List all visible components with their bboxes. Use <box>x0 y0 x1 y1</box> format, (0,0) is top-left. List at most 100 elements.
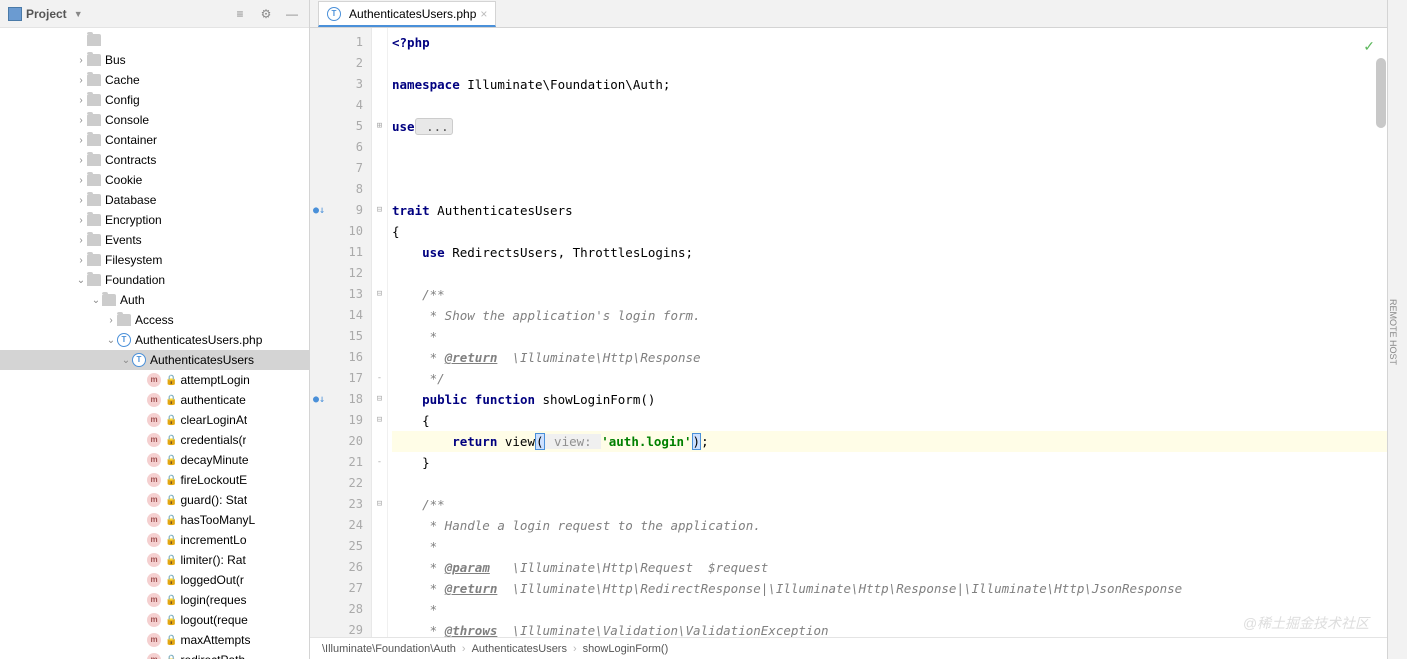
tree-row[interactable]: ›Console <box>0 110 309 130</box>
lock-icon: 🔒 <box>165 515 177 526</box>
lock-icon: 🔒 <box>165 375 177 386</box>
tree-row[interactable]: m🔒authenticate <box>0 390 309 410</box>
method-icon: m <box>147 653 161 659</box>
tree-row[interactable]: ›Bus <box>0 50 309 70</box>
tree-row[interactable]: ›Encryption <box>0 210 309 230</box>
method-icon: m <box>147 493 161 507</box>
folder-icon <box>117 314 131 326</box>
expand-arrow-icon[interactable]: › <box>75 55 87 66</box>
expand-arrow-icon[interactable]: › <box>75 255 87 266</box>
tree-label: AuthenticatesUsers.php <box>135 333 262 347</box>
method-icon: m <box>147 473 161 487</box>
tree-label: Container <box>105 133 157 147</box>
tree-label: decayMinute <box>180 453 248 467</box>
code-content[interactable]: <?php namespace Illuminate\Foundation\Au… <box>388 28 1387 637</box>
lock-icon: 🔒 <box>165 475 177 486</box>
expand-arrow-icon[interactable]: ⌄ <box>75 275 87 286</box>
editor-area[interactable]: ✓ ●↓ ●↓ ●↓ 12345678910111213141516171819… <box>310 28 1387 637</box>
tree-row[interactable]: ⌄Auth <box>0 290 309 310</box>
tree-row[interactable]: m🔒hasTooManyL <box>0 510 309 530</box>
folder-icon <box>87 34 101 46</box>
expand-arrow-icon[interactable]: ⌄ <box>90 295 102 306</box>
tree-label: Cookie <box>105 173 142 187</box>
lock-icon: 🔒 <box>165 555 177 566</box>
gear-icon[interactable]: ⚙ <box>257 5 275 23</box>
tree-row[interactable]: m🔒logout(reque <box>0 610 309 630</box>
crumb-class[interactable]: AuthenticatesUsers <box>472 643 567 655</box>
tree-row[interactable]: m🔒incrementLo <box>0 530 309 550</box>
tree-row[interactable]: ⌄TAuthenticatesUsers <box>0 350 309 370</box>
tree-label: attemptLogin <box>180 373 249 387</box>
expand-arrow-icon[interactable]: › <box>75 75 87 86</box>
close-icon[interactable]: × <box>480 7 487 21</box>
tree-row[interactable]: › Container <box>0 130 309 150</box>
expand-arrow-icon[interactable]: › <box>75 155 87 166</box>
expand-arrow-icon[interactable]: › <box>75 135 87 146</box>
expand-arrow-icon[interactable]: › <box>75 95 87 106</box>
expand-arrow-icon[interactable]: › <box>75 215 87 226</box>
breadcrumb[interactable]: \Illuminate\Foundation\Auth › Authentica… <box>310 637 1387 659</box>
tree-row[interactable] <box>0 30 309 50</box>
tree-label: loggedOut(r <box>180 573 243 587</box>
crumb-method[interactable]: showLoginForm() <box>583 643 669 655</box>
folder-icon <box>87 74 101 86</box>
tree-row[interactable]: ›Access <box>0 310 309 330</box>
tab-title: AuthenticatesUsers.php <box>349 7 476 21</box>
expand-arrow-icon[interactable]: › <box>75 175 87 186</box>
tree-row[interactable]: m🔒clearLoginAt <box>0 410 309 430</box>
settings-sliders-icon[interactable]: ≡ <box>231 5 249 23</box>
tree-label: credentials(r <box>180 433 246 447</box>
expand-arrow-icon[interactable]: ⌄ <box>105 335 117 346</box>
tree-row[interactable]: m🔒limiter(): Rat <box>0 550 309 570</box>
crumb-namespace[interactable]: \Illuminate\Foundation\Auth <box>322 643 456 655</box>
tree-row[interactable]: m🔒login(reques <box>0 590 309 610</box>
tree-row[interactable]: ⌄T AuthenticatesUsers.php <box>0 330 309 350</box>
expand-arrow-icon[interactable]: › <box>75 115 87 126</box>
lock-icon: 🔒 <box>165 415 177 426</box>
project-icon <box>8 7 22 21</box>
lock-icon: 🔒 <box>165 635 177 646</box>
lock-icon: 🔒 <box>165 435 177 446</box>
tab-authenticates-users[interactable]: T AuthenticatesUsers.php × <box>318 1 496 27</box>
right-tool-strip[interactable]: REMOTE HOST <box>1387 0 1407 659</box>
tree-row[interactable]: m🔒credentials(r <box>0 430 309 450</box>
tree-row[interactable]: ⌄Foundation <box>0 270 309 290</box>
project-dropdown-icon[interactable]: ▼ <box>74 9 83 19</box>
tree-row[interactable]: m🔒maxAttempts <box>0 630 309 650</box>
expand-arrow-icon[interactable]: › <box>105 315 117 326</box>
folder-icon <box>87 194 101 206</box>
tree-row[interactable]: m🔒loggedOut(r <box>0 570 309 590</box>
tree-row[interactable]: ›Filesystem <box>0 250 309 270</box>
expand-arrow-icon[interactable]: ⌄ <box>120 355 132 366</box>
tree-row[interactable]: m 🔒attemptLogin <box>0 370 309 390</box>
tree-label: hasTooManyL <box>180 513 255 527</box>
tree-row[interactable]: › Cookie <box>0 170 309 190</box>
tree-row[interactable]: m🔒guard(): Stat <box>0 490 309 510</box>
php-trait-icon: T <box>117 333 131 347</box>
tree-row[interactable]: ›Config <box>0 90 309 110</box>
tree-row[interactable]: m🔒redirectPath <box>0 650 309 659</box>
tree-row[interactable]: ›Database <box>0 190 309 210</box>
tree-label: authenticate <box>180 393 245 407</box>
project-tree[interactable]: ›Bus›Cache›Config›Console›Container›Cont… <box>0 28 309 659</box>
editor-tabs: T AuthenticatesUsers.php × <box>310 0 1387 28</box>
tree-row[interactable]: m🔒decayMinute <box>0 450 309 470</box>
method-icon: m <box>147 373 161 387</box>
tree-row[interactable]: ›Events <box>0 230 309 250</box>
chevron-right-icon: › <box>573 643 577 655</box>
fold-column[interactable]: ⊞ ⊟ ⊟ - ⊟ ⊟ - ⊟ - ⊟ <box>372 28 388 637</box>
folder-icon <box>87 114 101 126</box>
method-icon: m <box>147 533 161 547</box>
tree-row[interactable]: m🔒fireLockoutE <box>0 470 309 490</box>
folder-icon <box>87 174 101 186</box>
remote-host-label[interactable]: REMOTE HOST <box>1388 299 1398 365</box>
tree-row[interactable]: ›Cache <box>0 70 309 90</box>
lock-icon: 🔒 <box>165 495 177 506</box>
expand-arrow-icon[interactable]: › <box>75 235 87 246</box>
chevron-right-icon: › <box>462 643 466 655</box>
tree-row[interactable]: ›Contracts <box>0 150 309 170</box>
collapse-icon[interactable]: — <box>283 5 301 23</box>
expand-arrow-icon[interactable]: › <box>75 195 87 206</box>
analysis-ok-icon[interactable]: ✓ <box>1363 38 1375 55</box>
folder-icon <box>87 54 101 66</box>
